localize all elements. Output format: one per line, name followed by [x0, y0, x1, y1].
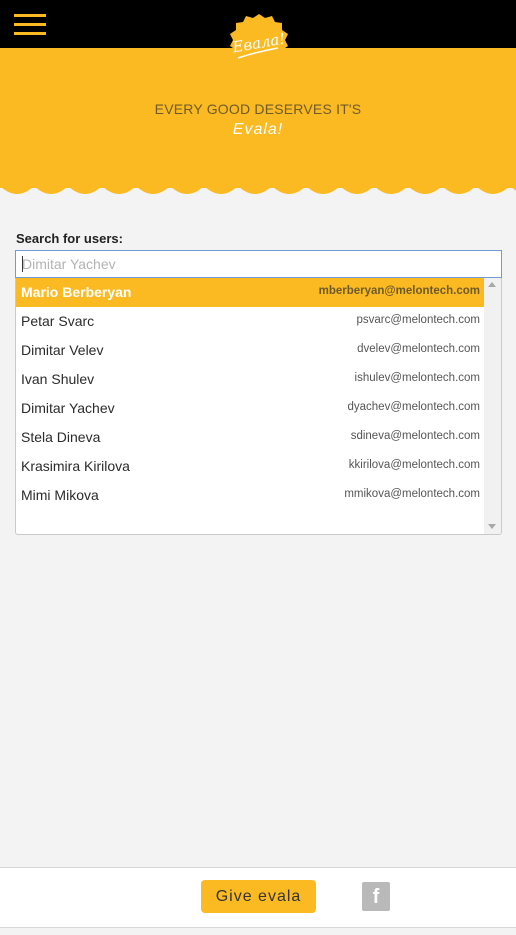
- user-name: Dimitar Yachev: [21, 400, 115, 416]
- user-email: dvelev@melontech.com: [357, 343, 480, 355]
- evala-logo[interactable]: Евала!: [222, 12, 296, 72]
- user-email: mmikova@melontech.com: [344, 488, 480, 500]
- user-list: Mario Berberyan mberberyan@melontech.com P…: [16, 278, 485, 510]
- user-name: Ivan Shulev: [21, 371, 95, 387]
- hamburger-menu-icon[interactable]: [14, 14, 46, 36]
- scroll-up-arrow-icon[interactable]: [488, 282, 496, 287]
- user-suggestion-row[interactable]: Mario Berberyan mberberyan@melontech.com: [16, 278, 485, 307]
- user-suggestion-row[interactable]: Ivan Shulev ishulev@melontech.com: [16, 365, 485, 394]
- user-email: dyachev@melontech.com: [347, 401, 481, 413]
- user-suggestion-row[interactable]: Petar Svarc psvarc@melontech.com: [16, 307, 485, 336]
- user-suggestion-row[interactable]: Dimitar Yachev dyachev@melontech.com: [16, 394, 485, 423]
- user-email: mberberyan@melontech.com: [318, 285, 480, 297]
- user-suggestion-row[interactable]: Stela Dineva sdineva@melontech.com: [16, 423, 485, 452]
- user-name: Mimi Mikova: [21, 487, 99, 503]
- hero-brand: Evala!: [232, 121, 284, 138]
- user-name: Mario Berberyan: [21, 284, 132, 300]
- user-name: Dimitar Velev: [21, 342, 104, 358]
- user-suggestion-row[interactable]: Mimi Mikova mmikova@melontech.com: [16, 481, 485, 510]
- user-suggestion-row[interactable]: Dimitar Velev dvelev@melontech.com: [16, 336, 485, 365]
- wave-divider: [0, 186, 516, 194]
- facebook-icon[interactable]: f: [362, 882, 390, 911]
- user-suggestion-row[interactable]: Krasimira Kirilova kkirilova@melontech.co…: [16, 452, 485, 481]
- user-name: Stela Dineva: [21, 429, 101, 445]
- user-email: psvarc@melontech.com: [356, 314, 480, 326]
- search-label: Search for users:: [16, 231, 123, 246]
- scrollbar[interactable]: [484, 278, 501, 534]
- hero-tagline: EVERY GOOD DESERVES IT'S: [154, 101, 362, 117]
- user-suggestions-dropdown[interactable]: Mario Berberyan mberberyan@melontech.com P…: [15, 278, 502, 535]
- text-cursor: [22, 256, 23, 272]
- user-name: Petar Svarc: [21, 313, 95, 329]
- footer-bottom-strip: [0, 927, 516, 935]
- give-evala-button[interactable]: Give evala: [201, 880, 316, 913]
- scroll-down-arrow-icon[interactable]: [488, 524, 496, 529]
- user-name: Krasimira Kirilova: [21, 458, 130, 474]
- user-email: ishulev@melontech.com: [354, 372, 480, 384]
- search-input[interactable]: [15, 250, 502, 278]
- user-email: kkirilova@melontech.com: [348, 459, 480, 471]
- user-email: sdineva@melontech.com: [350, 430, 480, 442]
